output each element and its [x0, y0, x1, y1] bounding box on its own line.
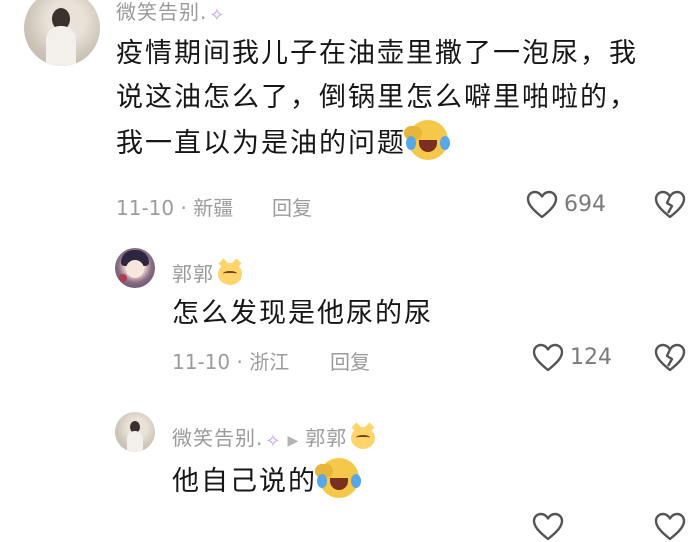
grinning-cat-icon [351, 422, 376, 449]
comment-2-content: 怎么发现是他尿的尿 [172, 298, 433, 329]
heart-outline-icon [532, 512, 564, 541]
comment-3-dislike-button[interactable] [654, 512, 686, 542]
comment-1-like-button[interactable] [526, 190, 558, 220]
reply-arrow-icon: ▶ [287, 433, 300, 449]
broken-heart-icon [654, 190, 686, 219]
emoji-mouth [419, 140, 437, 152]
comment-1-content: 疫情期间我儿子在油壶里撒了一泡尿，我 说这油怎么了，倒锅里怎么噼里啪啦的， 我一… [116, 32, 676, 166]
comment-1-line-1: 疫情期间我儿子在油壶里撒了一泡尿，我 [116, 38, 638, 69]
comment-1-dislike-button[interactable] [654, 190, 686, 220]
emoji-tear-right [351, 474, 361, 488]
comment-1-line-3-text: 我一直以为是油的问题 [116, 128, 406, 159]
avatar-accessory [119, 274, 127, 282]
comment-2-date: 11-10 [172, 350, 231, 374]
broken-heart-icon [654, 343, 686, 372]
avatar-face [126, 260, 144, 278]
sparkle-icon: ✧ [209, 5, 226, 26]
comment-1-line-2: 说这油怎么了，倒锅里怎么噼里啪啦的， [116, 82, 638, 113]
comment-3-content-text: 他自己说的 [172, 466, 317, 497]
comment-1-username[interactable]: 微笑告别. ✧ [116, 0, 225, 26]
heart-outline-icon [526, 190, 558, 219]
laughing-emoji-icon [404, 120, 450, 160]
comment-3-username[interactable]: 微笑告别. [172, 426, 263, 450]
comment-2-like-button[interactable] [532, 343, 564, 373]
comment-1-meta: 11-10 · 新疆 [116, 192, 233, 221]
comment-1-reply-button[interactable]: 回复 [272, 192, 312, 221]
meta-dot: · [180, 196, 187, 220]
comment-1-username-text: 微笑告别. [116, 0, 208, 24]
avatar-commenter-2[interactable] [115, 248, 155, 288]
emoji-tear-left [406, 136, 416, 150]
avatar-figure-body [127, 431, 143, 452]
comment-1-like-count: 694 [564, 192, 606, 217]
comment-3-reply-to[interactable]: 郭郭 [305, 426, 347, 450]
comment-2-username[interactable]: 郭郭 [172, 258, 242, 287]
broken-heart-icon [654, 512, 686, 541]
comment-3-like-button[interactable] [532, 512, 564, 542]
heart-outline-icon [532, 343, 564, 372]
emoji-tear-left [317, 474, 327, 488]
emoji-mouth [330, 478, 348, 490]
comment-1-location: 新疆 [193, 196, 234, 220]
comment-2-username-text: 郭郭 [172, 262, 214, 286]
emoji-tear-right [440, 136, 450, 150]
comment-3-content: 他自己说的 [172, 458, 672, 504]
comment-2-location: 浙江 [249, 350, 290, 374]
comment-2-dislike-button[interactable] [654, 343, 686, 373]
comment-1-line-3: 我一直以为是油的问题 [116, 120, 676, 166]
laughing-emoji-icon [315, 458, 361, 498]
avatar-figure-body [46, 26, 76, 66]
comment-2-reply-button[interactable]: 回复 [330, 346, 370, 375]
comment-2-meta: 11-10 · 浙江 [172, 346, 289, 375]
comment-1-date: 11-10 [116, 196, 175, 220]
avatar-commenter-1[interactable] [24, 0, 100, 66]
comment-3-header: 微笑告别. ✧ ▶ 郭郭 [172, 422, 376, 452]
grinning-cat-icon [218, 258, 242, 285]
comment-2-like-count: 124 [570, 345, 612, 370]
sparkle-icon: ✧ [265, 431, 282, 452]
avatar-commenter-3[interactable] [115, 412, 155, 452]
meta-dot: · [236, 350, 243, 374]
